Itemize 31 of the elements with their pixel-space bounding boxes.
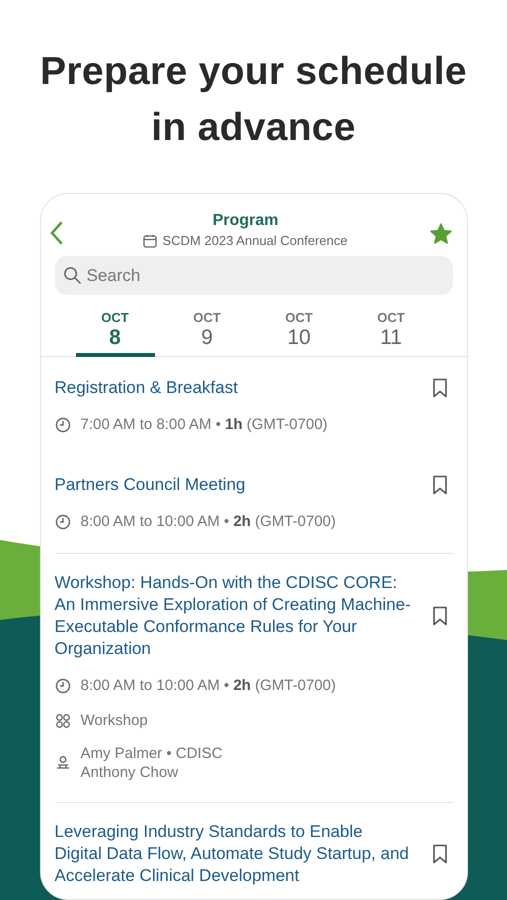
bookmark-icon[interactable] bbox=[432, 606, 448, 626]
date-tab[interactable]: OCT 9 bbox=[168, 310, 246, 357]
session-title[interactable]: Partners Council Meeting bbox=[54, 474, 412, 496]
calendar-icon bbox=[143, 234, 158, 248]
bookmark-icon[interactable] bbox=[432, 475, 448, 495]
bookmark-icon[interactable] bbox=[432, 378, 448, 398]
session-time: 8:00 AM to 10:00 AM • 2h (GMT-0700) bbox=[80, 512, 336, 531]
session-time: 7:00 AM to 8:00 AM • 1h (GMT-0700) bbox=[80, 415, 328, 434]
clock-icon bbox=[54, 514, 70, 530]
speaker-name: Amy Palmer • CDISC bbox=[80, 744, 222, 763]
headline: Prepare your schedule in advance bbox=[39, 49, 468, 151]
session-title[interactable]: Workshop: Hands-On with the CDISC CORE: An Immersive Exploration of Creating Machine-Executable Conformance Rules for Your Organization bbox=[54, 572, 412, 660]
session-title[interactable]: Leveraging Industry Standards to Enable Digital Data Flow, Automate Study Startup, and Accelerate Clinical Development bbox=[54, 821, 412, 887]
session-type: Workshop bbox=[80, 711, 148, 730]
date-tab[interactable]: OCT 10 bbox=[260, 310, 338, 357]
session-title[interactable]: Registration & Breakfast bbox=[54, 377, 412, 399]
star-icon[interactable] bbox=[428, 222, 452, 246]
bookmark-icon[interactable] bbox=[432, 844, 448, 864]
date-tab[interactable]: OCT 11 bbox=[352, 310, 430, 357]
search-icon bbox=[62, 266, 82, 285]
person-icon bbox=[54, 755, 70, 771]
date-tab[interactable]: OCT 8 bbox=[76, 310, 154, 357]
clock-icon bbox=[54, 416, 70, 432]
screen-title: Program bbox=[212, 212, 278, 230]
back-icon[interactable] bbox=[48, 221, 62, 245]
speaker-name: Anthony Chow bbox=[80, 763, 180, 782]
conference-name: SCDM 2023 Annual Conference bbox=[162, 233, 348, 248]
search-field[interactable]: Search bbox=[54, 256, 452, 295]
grid-icon bbox=[54, 712, 70, 728]
clock-icon bbox=[54, 678, 70, 694]
session-time: 8:00 AM to 10:00 AM • 2h (GMT-0700) bbox=[80, 676, 336, 695]
